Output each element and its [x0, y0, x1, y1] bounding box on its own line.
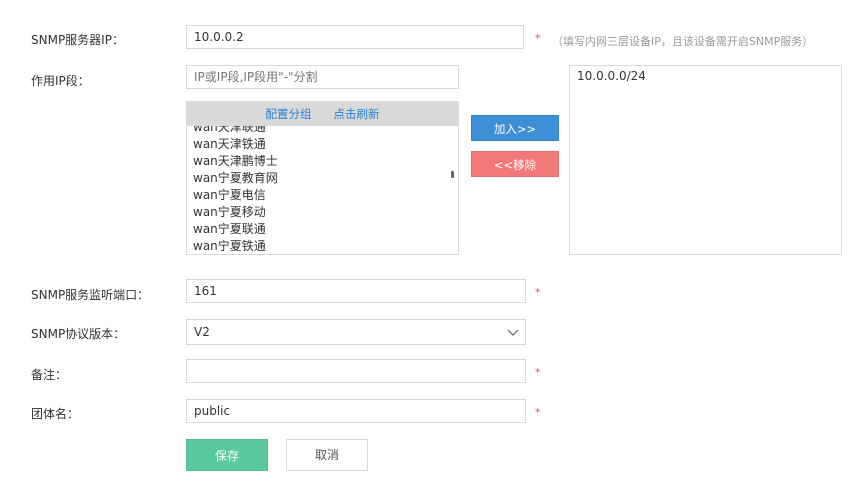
community-label: 团体名：: [31, 407, 80, 421]
list-item[interactable]: 10.0.0.0/24: [570, 66, 841, 86]
refresh-link[interactable]: 点击刷新: [334, 106, 380, 122]
version-select[interactable]: V2: [186, 319, 526, 345]
version-label: SNMP协议版本：: [31, 327, 126, 341]
required-mark: *: [535, 406, 541, 419]
chevron-down-icon: [507, 329, 519, 336]
remove-button[interactable]: <<移除: [471, 151, 559, 177]
group-list-header: 配置分组 点击刷新: [187, 102, 458, 126]
selected-ip-list[interactable]: 10.0.0.0/24: [569, 65, 842, 255]
port-input[interactable]: [186, 279, 526, 303]
required-mark: *: [535, 366, 541, 379]
snmp-ip-label: SNMP服务器IP：: [31, 33, 124, 47]
required-mark: *: [535, 286, 541, 299]
list-item[interactable]: wan宁夏铁通: [193, 238, 278, 254]
group-list[interactable]: wan天津联通 wan天津铁通 wan天津鹏博士 wan宁夏教育网 wan宁夏电…: [187, 126, 458, 254]
list-item[interactable]: wan宁夏移动: [193, 204, 278, 221]
required-mark: *: [535, 32, 541, 45]
version-value: V2: [194, 325, 210, 339]
list-item[interactable]: wan天津联通: [193, 126, 278, 136]
snmp-ip-input[interactable]: [186, 25, 524, 49]
save-button[interactable]: 保存: [186, 439, 268, 471]
list-item[interactable]: wan宁夏联通: [193, 221, 278, 238]
cancel-button[interactable]: 取消: [286, 439, 368, 471]
add-button[interactable]: 加入>>: [471, 115, 559, 141]
list-item[interactable]: wan宁夏电信: [193, 187, 278, 204]
remark-label: 备注：: [31, 368, 68, 382]
list-item[interactable]: wan天津鹏博士: [193, 153, 278, 170]
config-group-link[interactable]: 配置分组: [266, 106, 312, 122]
list-item[interactable]: wan宁夏教育网: [193, 170, 278, 187]
group-list-panel: 配置分组 点击刷新 wan天津联通 wan天津铁通 wan天津鹏博士 wan宁夏…: [186, 101, 459, 255]
port-label: SNMP服务监听端口：: [31, 288, 150, 302]
scrollbar-thumb[interactable]: [451, 171, 454, 178]
ip-range-input[interactable]: [186, 65, 459, 89]
list-item[interactable]: wan天津铁通: [193, 136, 278, 153]
ip-range-label: 作用IP段：: [31, 74, 90, 88]
community-input[interactable]: [186, 399, 526, 423]
snmp-ip-hint: （填写内网三层设备IP，且该设备需开启SNMP服务）: [552, 35, 814, 48]
remark-input[interactable]: [186, 359, 526, 383]
